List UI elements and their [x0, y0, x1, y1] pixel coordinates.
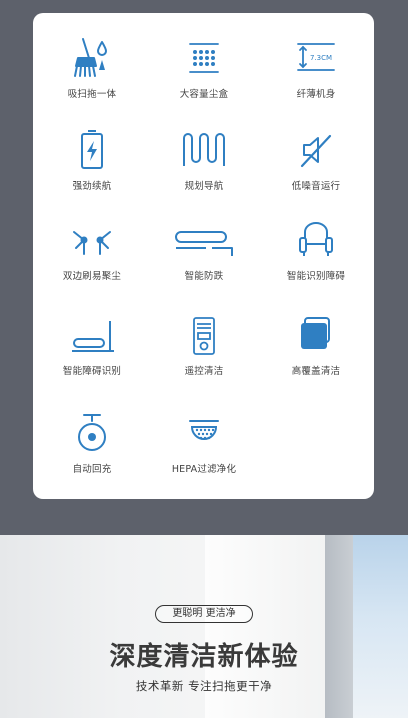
anti-fall-icon [175, 231, 233, 256]
feature-obstacle-sofa: 智能识别障碍 [260, 218, 372, 282]
broom-mop-icon [74, 38, 107, 77]
slim-height-text: 7.3CM [310, 54, 332, 62]
feature-label: 低噪音运行 [291, 181, 341, 192]
coverage-icon [301, 317, 330, 349]
feature-navigation: 规划导航 [148, 128, 260, 192]
feature-label: 纤薄机身 [296, 89, 336, 100]
feature-label: 规划导航 [184, 181, 224, 192]
feature-label: 智能障碍识别 [62, 366, 122, 377]
feature-side-brush: 双边刷易聚尘 [36, 218, 148, 282]
feature-label: 吸扫拖一体 [67, 89, 117, 100]
feature-label: 强劲续航 [72, 181, 112, 192]
navigation-path-icon [183, 133, 225, 166]
remote-control-icon [193, 317, 215, 355]
feature-card: 吸扫拖一体 大容量尘盒 7.3CM 纤薄机身 强劲续航 规划导航 低噪音运行 双… [33, 13, 374, 499]
obstacle-icon [72, 321, 114, 352]
sofa-icon [299, 222, 333, 256]
feature-label: 智能防跌 [184, 271, 224, 282]
slim-body-icon: 7.3CM [297, 43, 335, 71]
feature-hepa: HEPA过滤净化 [148, 411, 260, 475]
feature-label: 自动回充 [72, 464, 112, 475]
feature-obstacle-recognition: 智能障碍识别 [36, 313, 148, 377]
battery-icon [81, 130, 103, 169]
feature-battery: 强劲续航 [36, 128, 148, 192]
feature-label: HEPA过滤净化 [171, 464, 237, 475]
feature-dust-box: 大容量尘盒 [148, 36, 260, 100]
auto-recharge-icon [78, 414, 106, 451]
feature-auto-recharge: 自动回充 [36, 411, 148, 475]
banner-tag: 更聪明 更洁净 [155, 605, 253, 623]
hepa-filter-icon [189, 420, 219, 440]
feature-coverage: 高覆盖清洁 [260, 313, 372, 377]
feature-low-noise: 低噪音运行 [260, 128, 372, 192]
feature-remote-control: 遥控清洁 [148, 313, 260, 377]
feature-suction-mop: 吸扫拖一体 [36, 36, 148, 100]
banner-subtitle: 技术革新 专注扫拖更干净 [135, 679, 273, 693]
feature-label: 大容量尘盒 [179, 89, 229, 100]
dust-box-icon [189, 43, 219, 73]
feature-label: 遥控清洁 [184, 366, 224, 377]
feature-label: 双边刷易聚尘 [62, 271, 122, 282]
feature-anti-fall: 智能防跌 [148, 218, 260, 282]
low-noise-icon [300, 134, 332, 168]
side-brush-icon [73, 231, 111, 255]
feature-label: 高覆盖清洁 [291, 366, 341, 377]
feature-slim-body: 7.3CM 纤薄机身 [260, 36, 372, 100]
feature-label: 智能识别障碍 [286, 271, 346, 282]
banner-title: 深度清洁新体验 [109, 642, 299, 672]
